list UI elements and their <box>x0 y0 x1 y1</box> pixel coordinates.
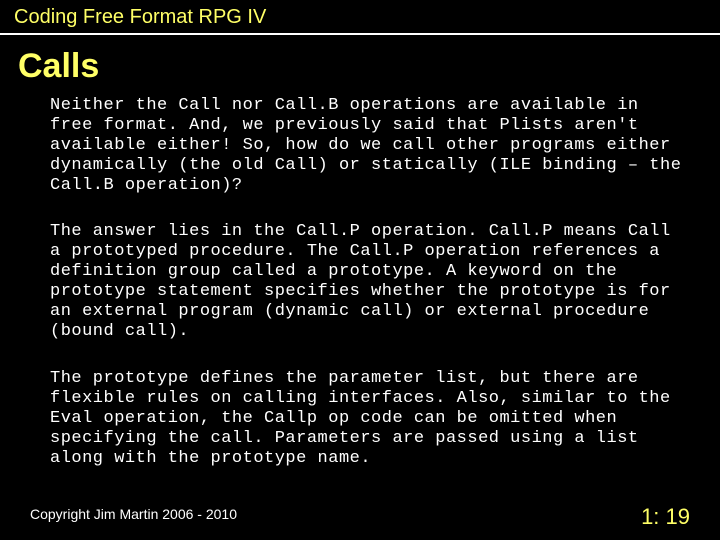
paragraph: The prototype defines the parameter list… <box>50 369 688 469</box>
slide-body: Neither the Call nor Call.B operations a… <box>0 96 720 469</box>
header-text: Coding Free Format RPG IV <box>14 6 266 28</box>
paragraph: The answer lies in the Call.P operation.… <box>50 222 688 342</box>
slide-number: 1: 19 <box>641 504 690 530</box>
slide-title: Calls <box>0 35 720 96</box>
paragraph: Neither the Call nor Call.B operations a… <box>50 96 688 196</box>
header-band: Coding Free Format RPG IV <box>0 0 720 35</box>
slide: Coding Free Format RPG IV Calls Neither … <box>0 0 720 540</box>
copyright-text: Copyright Jim Martin 2006 - 2010 <box>30 506 237 522</box>
